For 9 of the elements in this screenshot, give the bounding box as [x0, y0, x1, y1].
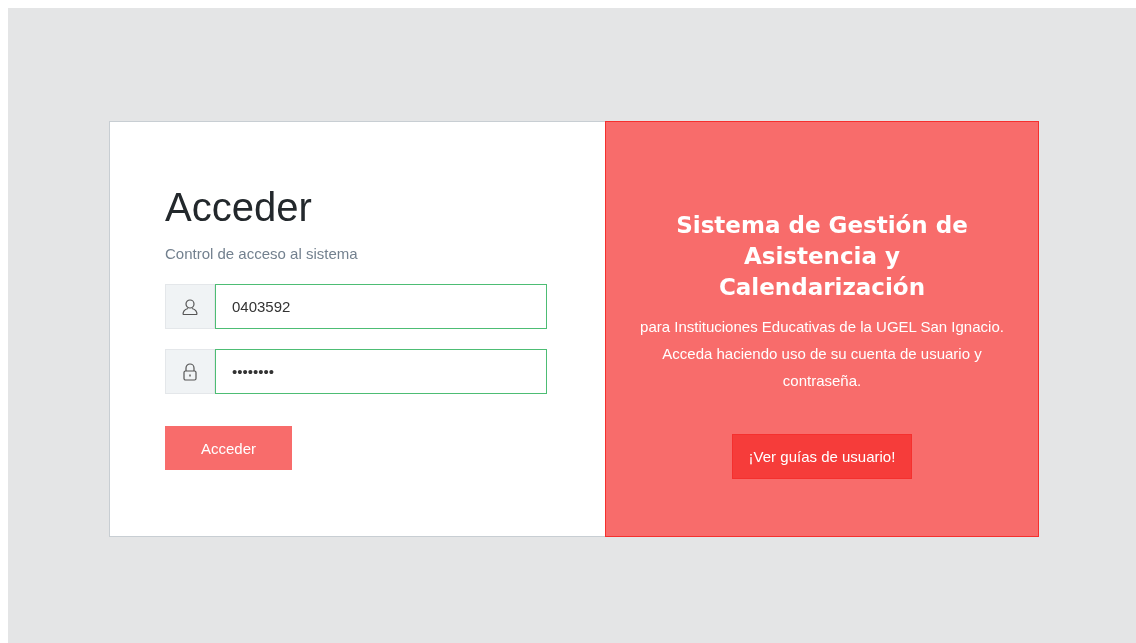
user-icon	[181, 297, 199, 316]
login-title: Acceder	[165, 184, 312, 231]
lock-icon	[182, 362, 198, 381]
username-field[interactable]: 0403592	[215, 284, 547, 329]
password-field[interactable]: ••••••••	[215, 349, 547, 394]
info-text: para Instituciones Educativas de la UGEL San Ignacio. Acceda haciendo uso de su cuenta de usuario y contraseña.	[639, 317, 1005, 391]
user-guides-button[interactable]: ¡Ver guías de usuario!	[731, 434, 913, 479]
login-subtitle: Control de acceso al sistema	[165, 245, 358, 262]
info-title: Sistema de Gestión de Asistencia y Calendarización	[675, 211, 969, 302]
